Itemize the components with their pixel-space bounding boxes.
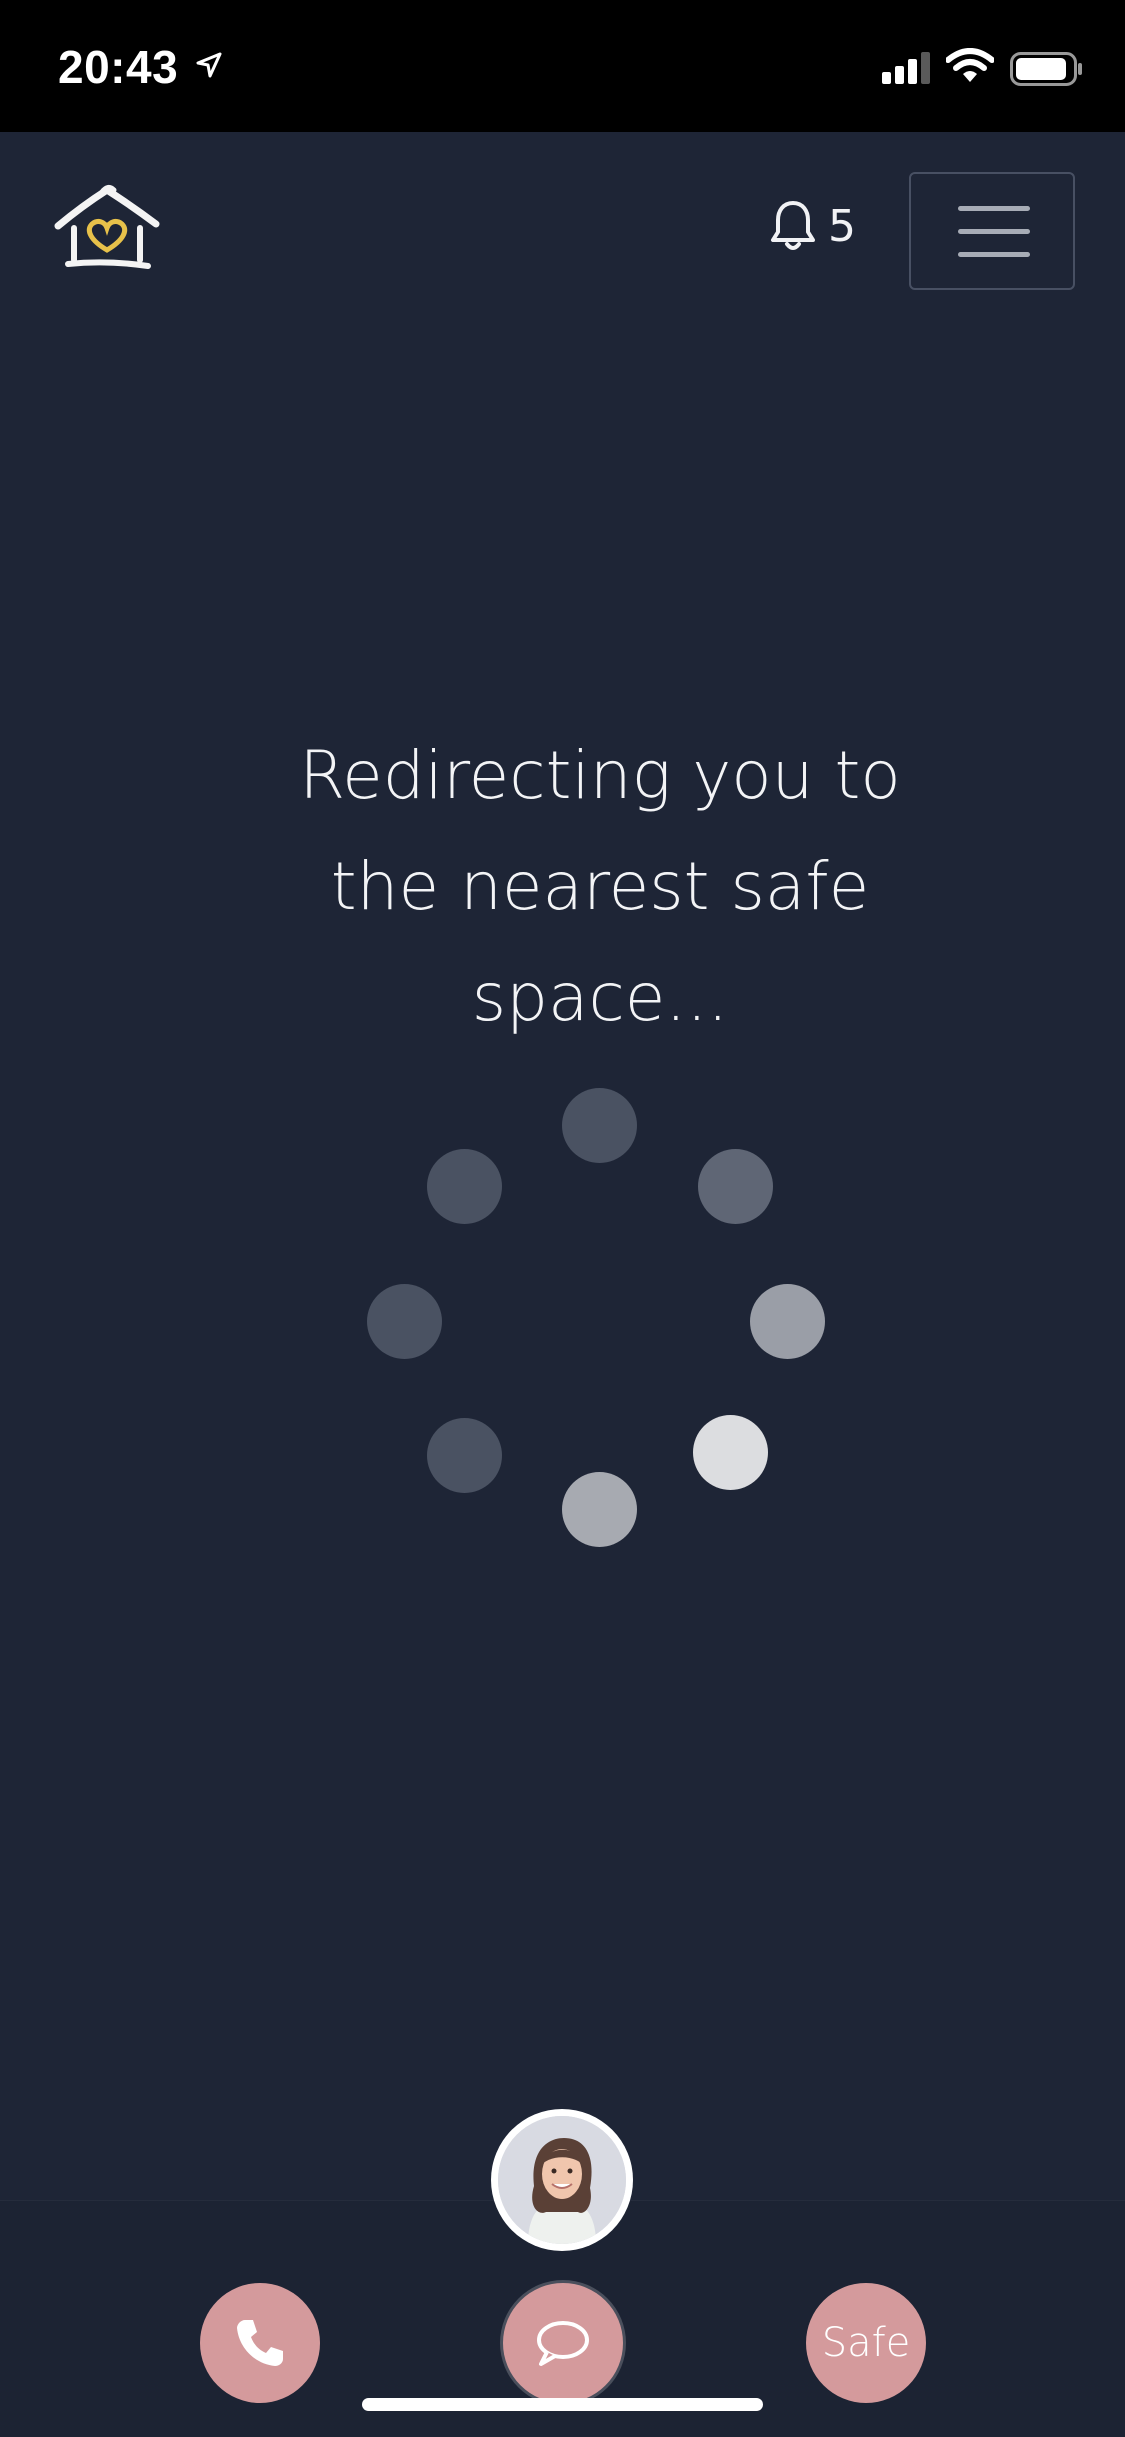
- signal-icon: [882, 52, 930, 84]
- loading-spinner: [0, 0, 1125, 2436]
- message-line-1: Redirecting you to: [299, 737, 901, 814]
- call-button[interactable]: [200, 2283, 320, 2403]
- hamburger-icon: [958, 206, 1030, 211]
- status-time: 20:43: [58, 41, 179, 93]
- hamburger-icon-bar: [958, 229, 1030, 234]
- phone-icon: [237, 2320, 283, 2366]
- spinner-dot: [750, 1284, 825, 1359]
- spinner-dot: [427, 1149, 502, 1224]
- safe-label: Safe: [821, 2320, 911, 2366]
- spinner-dot: [562, 1472, 637, 1547]
- app-header: 5: [0, 132, 1125, 332]
- house-heart-logo[interactable]: [52, 184, 162, 274]
- spinner-dot: [698, 1149, 773, 1224]
- battery-icon: [1010, 52, 1082, 86]
- wifi-icon: [946, 48, 994, 82]
- chat-button[interactable]: [503, 2283, 623, 2403]
- notifications-button[interactable]: 5: [770, 200, 856, 252]
- safe-button[interactable]: Safe: [806, 2283, 926, 2403]
- spinner-dot: [427, 1418, 502, 1493]
- avatar-illustration: [498, 2116, 626, 2244]
- notification-count: 5: [828, 200, 856, 252]
- hamburger-icon-bar: [958, 252, 1030, 257]
- menu-button[interactable]: [909, 172, 1075, 290]
- bell-icon: [771, 201, 815, 250]
- avatar-photo: [498, 2116, 626, 2244]
- status-bar: 20:43: [0, 0, 1125, 132]
- home-indicator[interactable]: [362, 2398, 763, 2411]
- message-line-3: space...: [471, 959, 729, 1036]
- message-line-2: the nearest safe: [330, 848, 870, 925]
- chat-bubble-icon: [537, 2321, 589, 2366]
- spinner-dot: [367, 1284, 442, 1359]
- redirect-message: Redirecting you to the nearest safe spac…: [200, 720, 1000, 1053]
- spinner-dot: [693, 1415, 768, 1490]
- spinner-dot: [562, 1088, 637, 1163]
- counselor-avatar[interactable]: [491, 2109, 633, 2251]
- location-arrow-icon: [196, 52, 222, 78]
